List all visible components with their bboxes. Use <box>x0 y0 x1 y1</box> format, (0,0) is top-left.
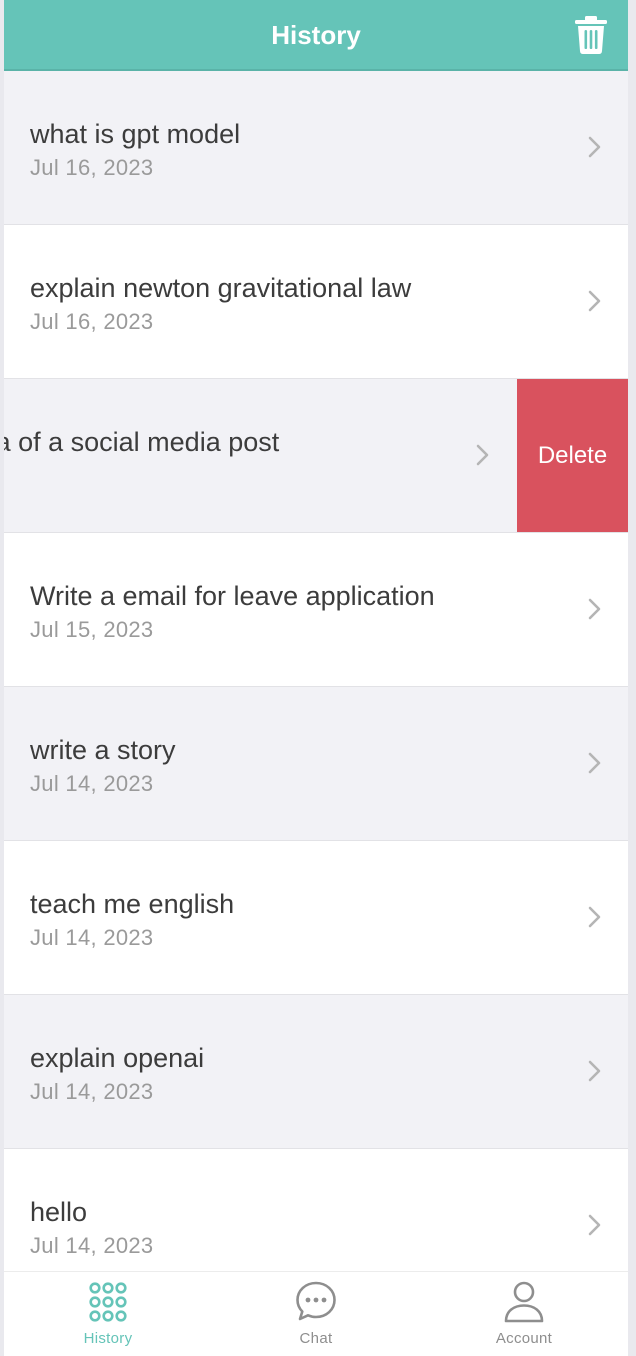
chevron-right-icon <box>588 752 601 774</box>
history-item-title: what is gpt model <box>30 119 241 149</box>
tab-chat[interactable]: Chat <box>212 1272 420 1356</box>
chevron-right-icon <box>588 1060 601 1082</box>
tab-label: History <box>83 1330 133 1347</box>
history-row[interactable]: Write a email for leave application Jul … <box>4 533 628 687</box>
history-row-content[interactable]: explain newton gravitational law Jul 16,… <box>4 225 628 378</box>
tab-label: Account <box>495 1330 553 1347</box>
history-row[interactable]: what is gpt model Jul 16, 2023 <box>4 71 628 225</box>
history-row[interactable]: write a story Jul 14, 2023 <box>4 687 628 841</box>
history-item-title: Write a email for leave application <box>30 581 435 611</box>
trash-icon <box>575 16 607 54</box>
history-item-title: teach me english <box>30 889 235 919</box>
tab-account[interactable]: Account <box>420 1272 628 1356</box>
history-item-title: explain newton gravitational law <box>30 273 412 303</box>
delete-button[interactable]: Delete <box>517 379 628 532</box>
history-item-date: Jul 14, 2023 <box>30 925 154 950</box>
user-icon <box>504 1281 544 1323</box>
history-row-content[interactable]: what is gpt model Jul 16, 2023 <box>4 71 628 224</box>
clear-history-button[interactable] <box>574 16 608 54</box>
tab-history[interactable]: History <box>4 1272 212 1356</box>
tab-label: Chat <box>299 1330 333 1347</box>
history-item-title: write a story <box>30 735 176 765</box>
chat-bubble-icon <box>296 1281 336 1321</box>
history-item-date: Jul 14, 2023 <box>30 1233 154 1258</box>
chevron-right-icon <box>588 136 601 158</box>
history-row[interactable]: teach me english Jul 14, 2023 <box>4 841 628 995</box>
header-bar: History <box>4 0 628 71</box>
history-item-title: ie a 5 idea of a social media post <box>4 427 280 457</box>
history-row[interactable]: explain newton gravitational law Jul 16,… <box>4 225 628 379</box>
page-title: History <box>271 20 361 50</box>
history-item-date: Jul 14, 2023 <box>30 1079 154 1104</box>
history-item-title: hello <box>30 1197 88 1227</box>
chevron-right-icon <box>476 444 489 466</box>
history-item-title: explain openai <box>30 1043 205 1073</box>
history-row-content[interactable]: write a story Jul 14, 2023 <box>4 687 628 840</box>
bottom-tab-bar: History Chat Account <box>4 1271 628 1356</box>
history-item-date: Jul 15, 2023 <box>30 617 154 642</box>
history-row-content[interactable]: explain openai Jul 14, 2023 <box>4 995 628 1148</box>
history-row-swiped[interactable]: ie a 5 idea of a social media post 023 D… <box>4 379 628 533</box>
chevron-right-icon <box>588 290 601 312</box>
history-row-content[interactable]: ie a 5 idea of a social media post 023 <box>4 379 516 532</box>
chevron-right-icon <box>588 598 601 620</box>
grid-dots-icon <box>89 1282 127 1322</box>
chevron-right-icon <box>588 1214 601 1236</box>
app-window: History what is gpt model Jul 16, 2023 e… <box>4 0 628 1356</box>
history-list: what is gpt model Jul 16, 2023 explain n… <box>4 71 628 1303</box>
history-item-date: Jul 16, 2023 <box>30 309 154 334</box>
history-item-date: Jul 14, 2023 <box>30 771 154 796</box>
history-item-date: Jul 16, 2023 <box>30 155 154 180</box>
history-row-content[interactable]: Write a email for leave application Jul … <box>4 533 628 686</box>
history-row[interactable]: explain openai Jul 14, 2023 <box>4 995 628 1149</box>
chevron-right-icon <box>588 906 601 928</box>
history-row-content[interactable]: teach me english Jul 14, 2023 <box>4 841 628 994</box>
